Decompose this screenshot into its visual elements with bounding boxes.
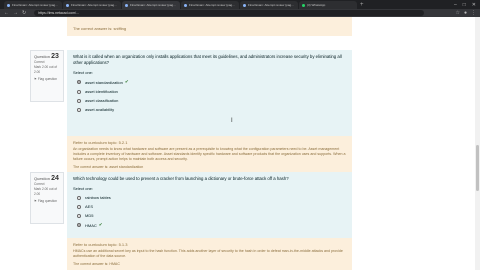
close-icon[interactable]: ✕ bbox=[472, 1, 476, 9]
browser-tab[interactable]: Final Exam: Attempt review (pag... bbox=[240, 1, 298, 9]
flag-question-button[interactable]: ⚑ Flag question bbox=[34, 77, 60, 81]
url-field[interactable]: https://lms.netacad.com/... bbox=[34, 10, 425, 16]
radio-button[interactable] bbox=[77, 223, 81, 227]
question-prompt: What is it called when an organization o… bbox=[73, 54, 342, 65]
answer-option[interactable]: asset classification bbox=[73, 98, 346, 103]
feedback-explanation: An organization needs to know what hardw… bbox=[73, 147, 346, 161]
netacad-icon bbox=[184, 3, 187, 7]
profile-icon[interactable]: ● bbox=[464, 10, 467, 16]
flag-icon: ⚑ bbox=[34, 199, 37, 203]
flag-icon: ⚑ bbox=[34, 77, 37, 81]
reload-icon[interactable]: ↻ bbox=[22, 10, 26, 16]
scrollbar-thumb[interactable] bbox=[476, 145, 479, 191]
feedback-explanation: HMACs use an additional secret key as in… bbox=[73, 249, 343, 258]
browser-tab-bar: Final Exam: Attempt review (pag... Final… bbox=[0, 0, 480, 9]
answer-option[interactable]: asset identification bbox=[73, 89, 346, 94]
page-scrollbar[interactable] bbox=[475, 17, 480, 270]
answer-option[interactable]: MD5 bbox=[73, 213, 346, 218]
radio-button[interactable] bbox=[77, 89, 81, 94]
radio-button[interactable] bbox=[77, 213, 81, 218]
question-text-23: What is it called when an organization o… bbox=[67, 50, 352, 136]
question-text-24: Which technology could be used to preven… bbox=[67, 172, 352, 238]
browser-tab-active[interactable]: Final Exam: Attempt review (pag... bbox=[122, 1, 180, 9]
previous-correct-answer: The correct answer is: sniffing bbox=[73, 26, 127, 31]
question-number: 24 bbox=[51, 175, 59, 182]
check-icon: ✔ bbox=[124, 79, 129, 84]
text-cursor-icon: I bbox=[231, 118, 233, 124]
browser-tab[interactable]: Final Exam: Attempt review (pag... bbox=[181, 1, 239, 9]
radio-button[interactable] bbox=[77, 98, 81, 103]
netacad-icon bbox=[243, 3, 246, 7]
radio-button[interactable] bbox=[77, 107, 81, 112]
question-label: Question bbox=[34, 176, 51, 181]
netacad-icon bbox=[66, 3, 69, 7]
question-info-23: Question 23 Correct Mark 2.00 out of 2.0… bbox=[30, 50, 64, 102]
menu-icon[interactable]: ⋮ bbox=[471, 10, 476, 16]
select-one-label: Select one: bbox=[73, 70, 94, 75]
answer-option[interactable]: asset standardization ✔ bbox=[73, 79, 346, 85]
select-one-label: Select one: bbox=[73, 186, 94, 191]
minimize-icon[interactable]: – bbox=[454, 1, 457, 9]
page-content: The correct answer is: sniffing Question… bbox=[0, 17, 480, 270]
browser-tab[interactable]: Final Exam: Attempt review (pag... bbox=[63, 1, 121, 9]
radio-button[interactable] bbox=[77, 195, 81, 200]
answer-option[interactable]: asset availability bbox=[73, 107, 346, 112]
star-icon[interactable]: ☆ bbox=[455, 10, 459, 16]
question-info-24: Question 24 Correct Mark 2.00 out of 2.0… bbox=[30, 172, 64, 224]
radio-button[interactable] bbox=[77, 204, 81, 209]
maximize-icon[interactable]: □ bbox=[463, 1, 466, 9]
question-mark: Mark 2.00 out of 2.00 bbox=[34, 187, 58, 196]
previous-question-feedback: The correct answer is: sniffing bbox=[67, 17, 352, 36]
back-icon[interactable]: ← bbox=[4, 10, 9, 16]
netacad-icon bbox=[125, 3, 128, 7]
netacad-icon bbox=[7, 3, 10, 7]
browser-tab[interactable]: Final Exam: Attempt review (pag... bbox=[4, 1, 62, 9]
browser-tab[interactable]: (3) WhatsApp bbox=[299, 1, 357, 9]
radio-button[interactable] bbox=[77, 80, 81, 84]
flag-question-button[interactable]: ⚑ Flag question bbox=[34, 199, 60, 203]
question-number: 23 bbox=[51, 53, 59, 60]
question-mark: Mark 2.00 out of 2.00 bbox=[34, 65, 58, 74]
new-tab-button[interactable]: + bbox=[360, 1, 364, 9]
check-icon: ✔ bbox=[98, 222, 103, 227]
question-feedback-24: Refer to curriculum topic: 5.1.3 HMACs u… bbox=[67, 238, 352, 270]
question-prompt: Which technology could be used to preven… bbox=[73, 176, 289, 181]
forward-icon[interactable]: → bbox=[13, 10, 18, 16]
question-label: Question bbox=[34, 54, 51, 59]
whatsapp-icon bbox=[302, 3, 305, 7]
address-bar-row: ← → ↻ https://lms.netacad.com/... ☆ ● ⋮ bbox=[0, 9, 480, 17]
curriculum-reference: Refer to curriculum topic: 5.2.1 bbox=[73, 140, 128, 145]
answer-option[interactable]: AES bbox=[73, 204, 346, 209]
curriculum-reference: Refer to curriculum topic: 5.1.3 bbox=[73, 242, 128, 247]
answer-option[interactable]: HMAC ✔ bbox=[73, 222, 346, 228]
answer-option[interactable]: rainbow tables bbox=[73, 195, 346, 200]
correct-answer: The correct answer is: asset standardiza… bbox=[73, 165, 144, 169]
correct-answer: The correct answer is: HMAC bbox=[73, 262, 120, 266]
